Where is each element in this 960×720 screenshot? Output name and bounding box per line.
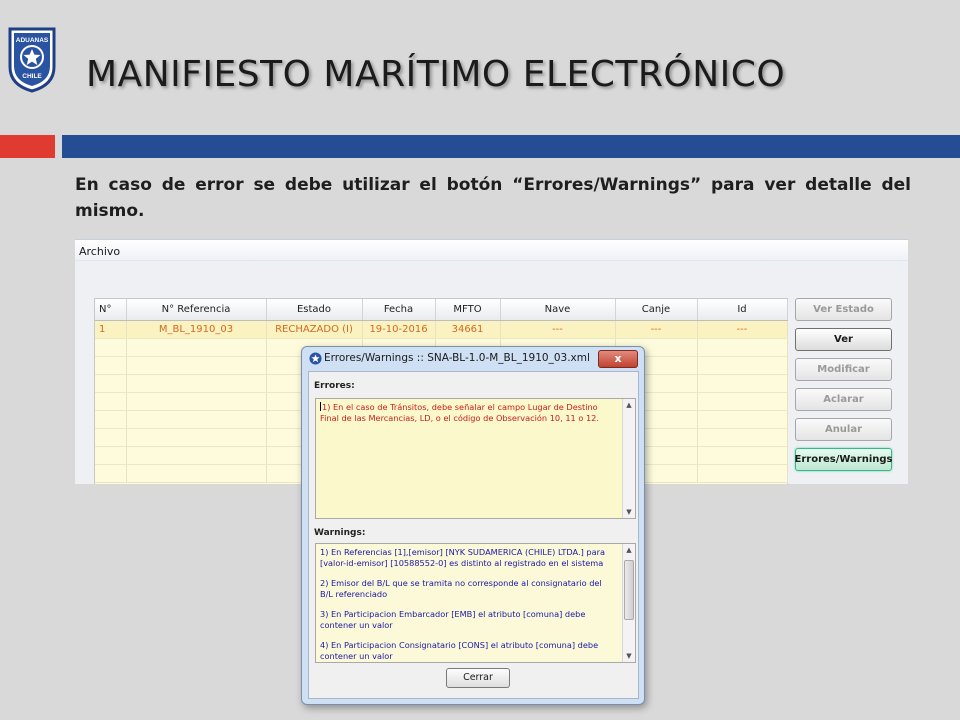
warning-item: 2) Emisor del B/L que se tramita no corr… [320, 578, 602, 599]
dialog-body: Errores: 1) En el caso de Tránsitos, deb… [308, 371, 639, 699]
col-header-nave[interactable]: Nave [500, 299, 616, 321]
scroll-down-icon[interactable]: ▼ [623, 506, 635, 518]
warning-item: 3) En Participacion Embarcador [EMB] el … [320, 609, 586, 630]
grid-header-row: N° N° Referencia Estado Fecha MFTO Nave … [95, 299, 788, 321]
errores-textarea[interactable]: 1) En el caso de Tránsitos, debe señalar… [315, 398, 636, 519]
empty-cell [697, 410, 788, 429]
errores-warnings-button[interactable]: Errores/Warnings [795, 448, 893, 471]
empty-cell [126, 356, 267, 375]
empty-cell [126, 446, 267, 465]
logo-top-text: ADUANAS [16, 37, 49, 44]
dialog-title: Errores/Warnings :: SNA-BL-1.0-M_BL_1910… [324, 352, 590, 364]
empty-cell [697, 464, 788, 483]
empty-cell [95, 374, 127, 393]
scroll-thumb[interactable] [624, 560, 634, 620]
errores-label: Errores: [314, 381, 355, 391]
col-header-fecha[interactable]: Fecha [362, 299, 436, 321]
col-header-mfto[interactable]: MFTO [435, 299, 501, 321]
cell-nave: --- [500, 320, 616, 339]
col-header-estado[interactable]: Estado [266, 299, 363, 321]
accent-band-red [0, 135, 55, 158]
cell-mfto: 34661 [435, 320, 501, 339]
col-header-numero[interactable]: N° [95, 299, 127, 321]
accent-band-blue [62, 135, 960, 158]
anular-button[interactable]: Anular [795, 418, 892, 441]
cell-numero: 1 [95, 320, 127, 339]
dialog-close-button[interactable]: x [598, 350, 638, 368]
text-cursor [320, 402, 321, 411]
empty-cell [95, 356, 127, 375]
warnings-textarea[interactable]: 1) En Referencias [1],[emisor] [NYK SUDA… [315, 543, 636, 663]
cell-id: --- [697, 320, 788, 339]
cell-canje: --- [615, 320, 698, 339]
empty-cell [697, 392, 788, 411]
empty-cell [126, 410, 267, 429]
modificar-button[interactable]: Modificar [795, 358, 892, 381]
scroll-down-icon[interactable]: ▼ [623, 650, 635, 662]
errores-warnings-dialog: Errores/Warnings :: SNA-BL-1.0-M_BL_1910… [301, 346, 645, 705]
table-row[interactable]: 1 M_BL_1910_03 RECHAZADO (I) 19-10-2016 … [95, 320, 788, 339]
scroll-up-icon[interactable]: ▲ [623, 399, 635, 411]
cell-estado: RECHAZADO (I) [266, 320, 363, 339]
empty-cell [95, 428, 127, 447]
empty-cell [95, 392, 127, 411]
empty-cell [95, 410, 127, 429]
ver-button[interactable]: Ver [795, 328, 892, 351]
empty-cell [126, 374, 267, 393]
cell-referencia: M_BL_1910_03 [126, 320, 267, 339]
dialog-star-icon [309, 352, 322, 365]
empty-cell [95, 446, 127, 465]
empty-cell [697, 338, 788, 357]
menu-archivo[interactable]: Archivo [79, 245, 120, 258]
empty-cell [697, 428, 788, 447]
slide-caption: En caso de error se debe utilizar el bot… [75, 175, 911, 221]
warning-item: 1) En Referencias [1],[emisor] [NYK SUDA… [320, 547, 606, 568]
menu-bar: Archivo [75, 240, 908, 261]
scroll-up-icon[interactable]: ▲ [623, 544, 635, 556]
aduanas-chile-logo: ADUANAS CHILE [8, 27, 56, 93]
slide-title: MANIFIESTO MARÍTIMO ELECTRÓNICO [86, 54, 786, 95]
empty-cell [697, 374, 788, 393]
ver-estado-button[interactable]: Ver Estado [795, 298, 892, 321]
empty-cell [126, 464, 267, 483]
logo-bottom-text: CHILE [22, 73, 42, 80]
empty-cell [697, 356, 788, 375]
cell-fecha: 19-10-2016 [362, 320, 436, 339]
warnings-scrollbar[interactable]: ▲ ▼ [622, 544, 635, 662]
col-header-canje[interactable]: Canje [615, 299, 698, 321]
empty-cell [95, 338, 127, 357]
empty-cell [126, 428, 267, 447]
errores-scrollbar[interactable]: ▲ ▼ [622, 399, 635, 518]
aclarar-button[interactable]: Aclarar [795, 388, 892, 411]
col-header-id[interactable]: Id [697, 299, 788, 321]
col-header-referencia[interactable]: N° Referencia [126, 299, 267, 321]
empty-cell [95, 464, 127, 483]
warnings-label: Warnings: [314, 528, 366, 538]
empty-cell [126, 392, 267, 411]
warning-item: 4) En Participacion Consignatario [CONS]… [320, 640, 599, 661]
empty-cell [126, 338, 267, 357]
cerrar-button[interactable]: Cerrar [446, 668, 510, 688]
error-item: 1) En el caso de Tránsitos, debe señalar… [320, 402, 599, 423]
empty-cell [697, 446, 788, 465]
